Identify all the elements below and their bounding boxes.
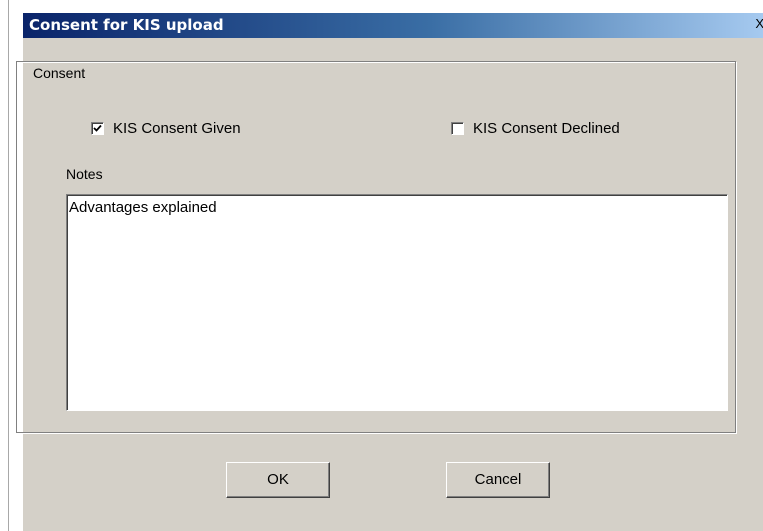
consent-given-label: KIS Consent Given <box>113 119 241 137</box>
consent-declined-checkbox[interactable] <box>451 121 464 135</box>
title-bar[interactable]: Consent for KIS upload X <box>23 13 763 38</box>
notes-textarea[interactable]: Advantages explained <box>66 194 728 411</box>
check-mark-icon <box>93 124 102 132</box>
divider-line <box>8 0 9 531</box>
consent-given-checkbox[interactable] <box>91 121 104 135</box>
close-icon[interactable]: X <box>752 13 763 35</box>
notes-label: Notes <box>66 166 103 182</box>
window-title: Consent for KIS upload <box>29 16 224 34</box>
ok-button[interactable]: OK <box>226 462 330 498</box>
consent-given-checkbox-row[interactable]: KIS Consent Given <box>91 119 241 137</box>
cancel-button[interactable]: Cancel <box>446 462 550 498</box>
consent-declined-checkbox-row[interactable]: KIS Consent Declined <box>451 119 620 137</box>
consent-declined-label: KIS Consent Declined <box>473 119 620 137</box>
consent-group-label: Consent <box>30 65 89 81</box>
